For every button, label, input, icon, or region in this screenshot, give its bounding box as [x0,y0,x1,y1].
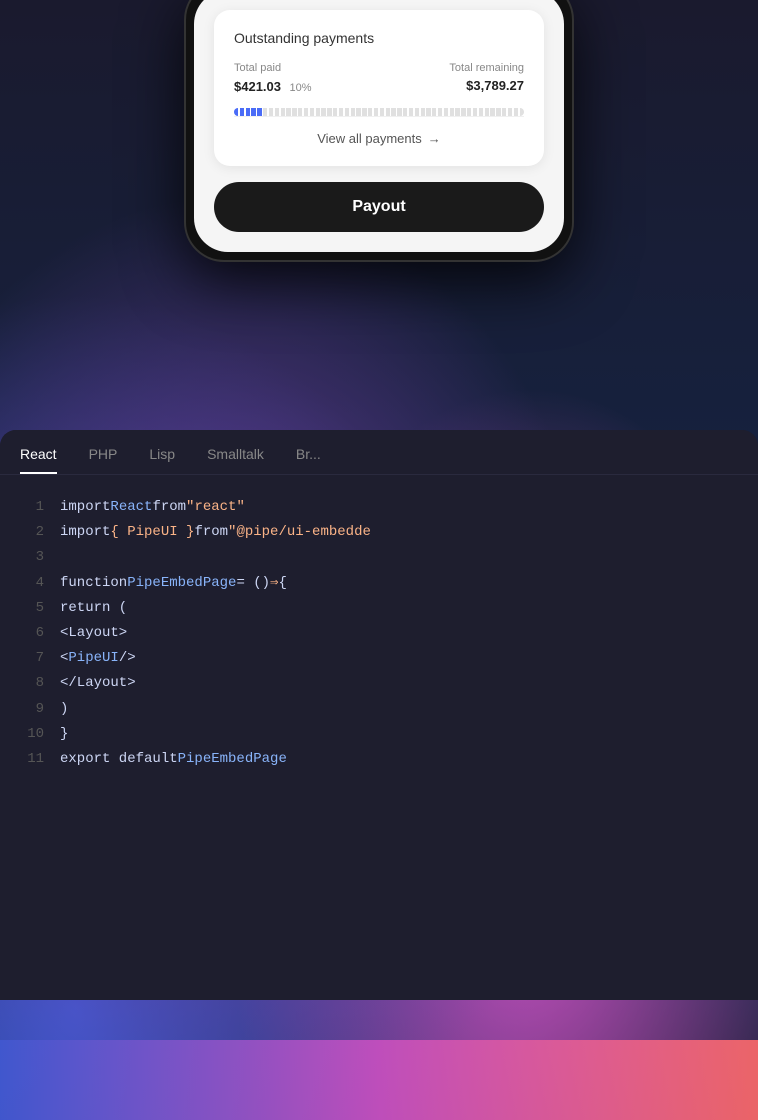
line-number: 7 [0,646,44,671]
tab-lisp[interactable]: Lisp [149,430,175,474]
view-all-label: View all payments [317,131,422,146]
total-paid-value: $421.03 [234,79,281,94]
code-lines: import React from "react"import { PipeUI… [60,475,758,995]
tab-php[interactable]: PHP [89,430,118,474]
code-token: = () [236,571,270,596]
code-line: <PipeUI /> [60,646,758,671]
code-token: ⇒ [270,571,278,596]
line-numbers: 1234567891011 [0,475,60,995]
code-line [60,545,758,570]
code-token: <Layout> [60,621,127,646]
tab-react[interactable]: React [20,430,57,474]
code-line: <Layout> [60,621,758,646]
code-token: React [110,495,152,520]
code-token: { [278,571,286,596]
code-token: ) [60,697,68,722]
code-line: } [60,722,758,747]
code-token: import [60,495,110,520]
code-line: ) [60,697,758,722]
tab-br[interactable]: Br... [296,430,321,474]
phone-mockup: Outstanding payments Total paid Total re… [184,0,574,262]
line-number: 4 [0,571,44,596]
payment-card: Outstanding payments Total paid Total re… [214,10,544,166]
code-line: import React from "react" [60,495,758,520]
total-remaining-value: $3,789.27 [466,78,524,96]
line-number: 3 [0,545,44,570]
line-number: 9 [0,697,44,722]
code-line: import { PipeUI } from "@pipe/ui-embedde [60,520,758,545]
percentage-badge: 10% [289,82,311,94]
code-line: export default PipeEmbedPage [60,747,758,772]
line-number: 6 [0,621,44,646]
tab-smalltalk[interactable]: Smalltalk [207,430,264,474]
phone-area: Outstanding payments Total paid Total re… [0,0,758,400]
code-token: PipeEmbedPage [178,747,287,772]
code-content: 1234567891011 import React from "react"i… [0,475,758,995]
total-paid-label: Total paid [234,62,281,74]
arrow-icon: → [428,131,441,146]
code-line: function PipeEmbedPage = () ⇒ { [60,571,758,596]
payment-labels: Total paid Total remaining [234,62,524,74]
code-token: from [152,495,186,520]
code-token: PipeUI [68,646,118,671]
total-remaining-label: Total remaining [449,62,524,74]
payout-button[interactable]: Payout [214,182,544,232]
code-token: } [60,722,68,747]
view-all-payments[interactable]: View all payments → [234,116,524,146]
payment-values: $421.03 10% $3,789.27 [234,78,524,96]
code-token: from [194,520,228,545]
code-token: </Layout> [60,671,136,696]
code-token: return ( [60,596,127,621]
line-number: 10 [0,722,44,747]
code-token: "react" [186,495,245,520]
code-token: "@pipe/ui-embedde [228,520,371,545]
code-token: /> [119,646,136,671]
code-line: </Layout> [60,671,758,696]
code-token: import [60,520,110,545]
line-number: 2 [0,520,44,545]
code-token: { PipeUI } [110,520,194,545]
phone-inner: Outstanding payments Total paid Total re… [194,0,564,252]
code-tabs: React PHP Lisp Smalltalk Br... [0,430,758,475]
code-line: return ( [60,596,758,621]
line-number: 5 [0,596,44,621]
line-number: 8 [0,671,44,696]
line-number: 1 [0,495,44,520]
line-number: 11 [0,747,44,772]
total-paid-value-container: $421.03 10% [234,78,311,96]
code-token: function [60,571,127,596]
code-editor: React PHP Lisp Smalltalk Br... 123456789… [0,430,758,1000]
code-token: PipeEmbedPage [127,571,236,596]
bottom-bar [0,1040,758,1120]
code-token: export default [60,747,178,772]
code-token: < [60,646,68,671]
progress-bar [234,108,524,116]
card-title: Outstanding payments [234,30,524,46]
